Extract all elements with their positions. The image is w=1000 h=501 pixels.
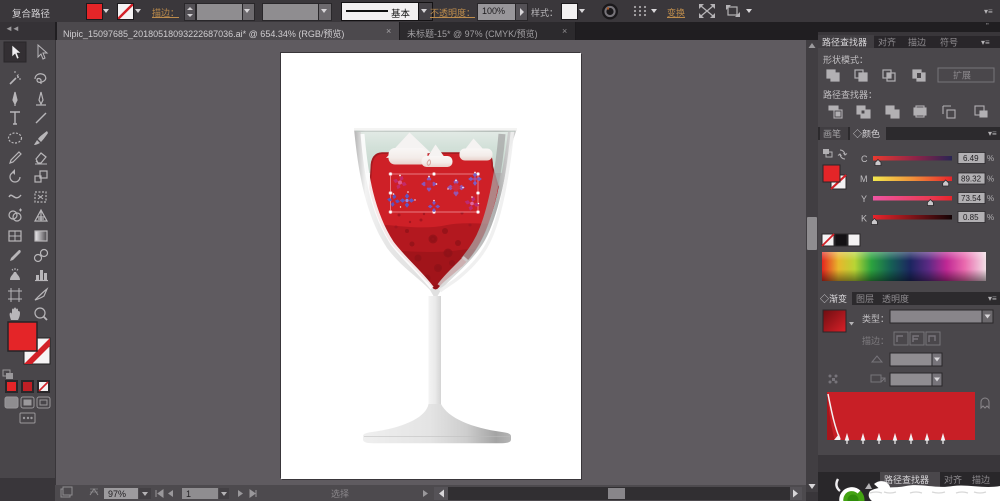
svg-text:选择: 选择 [331,488,349,499]
svg-text:Y: Y [861,194,867,204]
svg-text:描边：: 描边： [862,335,889,346]
svg-text:扩展: 扩展 [953,70,971,81]
svg-text:描边: 描边 [908,37,926,48]
svg-text:%: % [987,154,994,163]
svg-text:符号: 符号 [940,37,958,48]
svg-text:图层: 图层 [856,294,874,304]
svg-text:▾≡: ▾≡ [981,38,990,47]
svg-text:◇颜色: ◇颜色 [853,128,880,139]
svg-text:类型：: 类型： [862,313,889,324]
svg-text:C: C [861,154,868,164]
svg-text:89.32: 89.32 [961,175,982,184]
svg-text:%: % [987,213,994,222]
svg-text:路径查找器：: 路径查找器： [823,89,877,100]
svg-text:K: K [861,214,867,224]
svg-text:路径查找器: 路径查找器 [822,37,867,48]
svg-text:6.49: 6.49 [963,154,979,163]
svg-text:画笔: 画笔 [823,128,841,139]
svg-text:%: % [987,194,994,203]
svg-text:透明度: 透明度 [882,293,909,304]
svg-text:形状模式：: 形状模式： [823,54,868,65]
svg-text:对齐: 对齐 [878,37,896,48]
svg-text:◇渐变: ◇渐变 [820,293,847,304]
svg-text:97%: 97% [108,489,126,499]
svg-text:▾≡: ▾≡ [988,129,997,138]
svg-text:%: % [987,175,994,184]
svg-text:▾≡: ▾≡ [988,294,997,303]
svg-text:0.85: 0.85 [963,213,979,222]
svg-text:73.54: 73.54 [961,194,982,203]
svg-text:1: 1 [186,489,191,499]
svg-text:M: M [860,174,868,184]
